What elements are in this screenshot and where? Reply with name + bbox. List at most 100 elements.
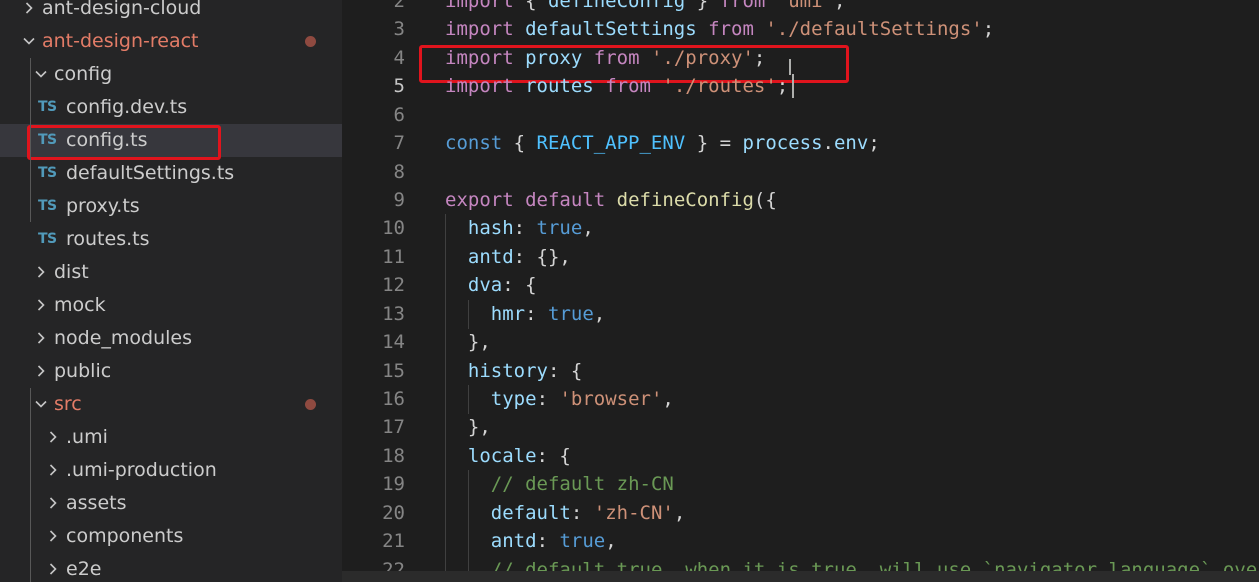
file-proxy-ts[interactable]: TS proxy.ts bbox=[0, 190, 342, 223]
code-line[interactable]: 5 import routes from './routes'; bbox=[342, 72, 1259, 100]
code-line[interactable]: 10 hash: true, bbox=[342, 214, 1259, 244]
file-defaultsettings-ts[interactable]: TS defaultSettings.ts bbox=[0, 157, 342, 190]
folder-components[interactable]: components bbox=[0, 520, 342, 553]
folder-src[interactable]: src bbox=[0, 388, 342, 421]
code-token: ; bbox=[982, 18, 995, 41]
folder-dist[interactable]: dist bbox=[0, 256, 342, 289]
folder-ant-design-cloud[interactable]: ant-design-cloud bbox=[0, 0, 342, 25]
chevron-right-icon bbox=[46, 487, 60, 520]
code-token: env bbox=[833, 132, 869, 155]
tree-item-label: config bbox=[54, 63, 113, 85]
tree-item-label: src bbox=[54, 393, 82, 415]
code-token: : bbox=[536, 530, 560, 553]
code-line[interactable]: 3 import defaultSettings from './defaultS… bbox=[342, 15, 1259, 43]
tree-item-label: assets bbox=[66, 492, 127, 514]
typescript-file-icon: TS bbox=[38, 231, 57, 247]
line-number: 8 bbox=[393, 160, 405, 183]
tree-item-label: dist bbox=[54, 261, 89, 283]
file-explorer: ant-design-cloud ant-design-react config TS… bbox=[0, 0, 342, 582]
code-token: : bbox=[513, 217, 537, 240]
code-line[interactable]: 17}, bbox=[342, 413, 1259, 443]
code-token: 'umi' bbox=[776, 0, 834, 12]
code-line[interactable]: 21 antd: true, bbox=[342, 527, 1259, 557]
chevron-down-icon bbox=[34, 58, 48, 91]
folder-public[interactable]: public bbox=[0, 355, 342, 388]
line-number: 14 bbox=[382, 331, 405, 354]
code-token: , bbox=[673, 501, 686, 524]
line-number: 16 bbox=[382, 388, 405, 411]
folder-mock[interactable]: mock bbox=[0, 289, 342, 322]
code-text: }, bbox=[468, 413, 491, 441]
code-token: } bbox=[685, 0, 720, 12]
code-token: } = bbox=[685, 132, 743, 155]
code-line[interactable]: 6 bbox=[342, 101, 1259, 129]
code-line[interactable]: 13 hmr: true, bbox=[342, 299, 1259, 329]
line-number: 18 bbox=[382, 444, 405, 467]
code-line[interactable]: 11 antd: {}, bbox=[342, 242, 1259, 272]
highlight-box-config-ts bbox=[27, 125, 221, 160]
code-line[interactable]: 14}, bbox=[342, 328, 1259, 358]
code-token: : { bbox=[502, 274, 537, 297]
code-line[interactable]: 8 bbox=[342, 158, 1259, 186]
folder-config[interactable]: config bbox=[0, 58, 342, 91]
tree-item-label: node_modules bbox=[54, 327, 193, 349]
code-line[interactable]: 19 // default zh-CN bbox=[342, 470, 1259, 500]
line-number: 11 bbox=[382, 245, 405, 268]
horizontal-scrollbar[interactable] bbox=[342, 571, 1259, 582]
code-token: true bbox=[548, 302, 594, 325]
chevron-right-icon bbox=[34, 256, 48, 289]
code-token: ({ bbox=[753, 189, 777, 211]
text-cursor bbox=[791, 74, 794, 99]
code-line[interactable]: 12 dva: { bbox=[342, 271, 1259, 301]
modified-dot-indicator bbox=[305, 36, 316, 47]
code-token: : bbox=[536, 388, 560, 411]
tree-item-label: config.dev.ts bbox=[66, 96, 188, 118]
code-token: hmr bbox=[490, 302, 526, 325]
code-line[interactable]: 2 import { defineConfig } from 'umi'; bbox=[342, 0, 1259, 15]
folder-node-modules[interactable]: node_modules bbox=[0, 322, 342, 355]
indent-guide bbox=[445, 299, 446, 329]
code-token: 'browser' bbox=[559, 388, 663, 411]
code-editor[interactable]: 2 import { defineConfig } from 'umi'; 3 imp… bbox=[342, 0, 1259, 582]
folder-ant-design-react[interactable]: ant-design-react bbox=[0, 25, 342, 58]
indent-guide bbox=[467, 470, 469, 500]
code-token: process bbox=[742, 132, 823, 155]
tree-item-label: ant-design-cloud bbox=[42, 0, 202, 19]
indent-guide bbox=[445, 527, 446, 557]
code-line[interactable]: 18 locale: { bbox=[342, 441, 1259, 471]
code-token: }, bbox=[467, 331, 491, 354]
indent-guide bbox=[445, 242, 446, 272]
code-token: : { bbox=[536, 444, 571, 467]
tree-item-label: ant-design-react bbox=[42, 30, 199, 52]
folder-umi[interactable]: .umi bbox=[0, 421, 342, 454]
code-text: antd: {}, bbox=[468, 243, 571, 271]
folder-assets[interactable]: assets bbox=[0, 487, 342, 520]
file-routes-ts[interactable]: TS routes.ts bbox=[0, 223, 342, 256]
code-token: defineConfig bbox=[547, 0, 686, 12]
chevron-right-icon bbox=[46, 421, 60, 454]
code-token: routes bbox=[525, 75, 594, 98]
indent-guide bbox=[445, 385, 446, 415]
tree-item-label: .umi-production bbox=[66, 459, 217, 481]
code-token: './routes' bbox=[662, 75, 777, 98]
indent-guide bbox=[467, 385, 469, 415]
code-line[interactable]: 7 const { REACT_APP_ENV } = process.env; bbox=[342, 129, 1259, 157]
code-line[interactable]: 20 default: 'zh-CN', bbox=[342, 498, 1259, 528]
code-token: // default zh-CN bbox=[490, 473, 674, 496]
indent-guide bbox=[445, 413, 446, 443]
folder-e2e[interactable]: e2e bbox=[0, 553, 342, 582]
folder-umi-production[interactable]: .umi-production bbox=[0, 454, 342, 487]
tree-item-label: proxy.ts bbox=[66, 195, 140, 217]
code-token: type bbox=[490, 388, 537, 411]
file-config-dev-ts[interactable]: TS config.dev.ts bbox=[0, 91, 342, 124]
code-text: dva: { bbox=[468, 271, 537, 299]
tree-indent-guide bbox=[30, 388, 31, 582]
code-line[interactable]: 9 export default defineConfig({ bbox=[342, 186, 1259, 214]
code-line[interactable]: 16 type: 'browser', bbox=[342, 385, 1259, 415]
code-token: export bbox=[445, 189, 514, 211]
code-line[interactable]: 15 history: { bbox=[342, 356, 1259, 386]
code-text: export default defineConfig({ bbox=[445, 186, 777, 214]
typescript-file-icon: TS bbox=[38, 165, 57, 181]
